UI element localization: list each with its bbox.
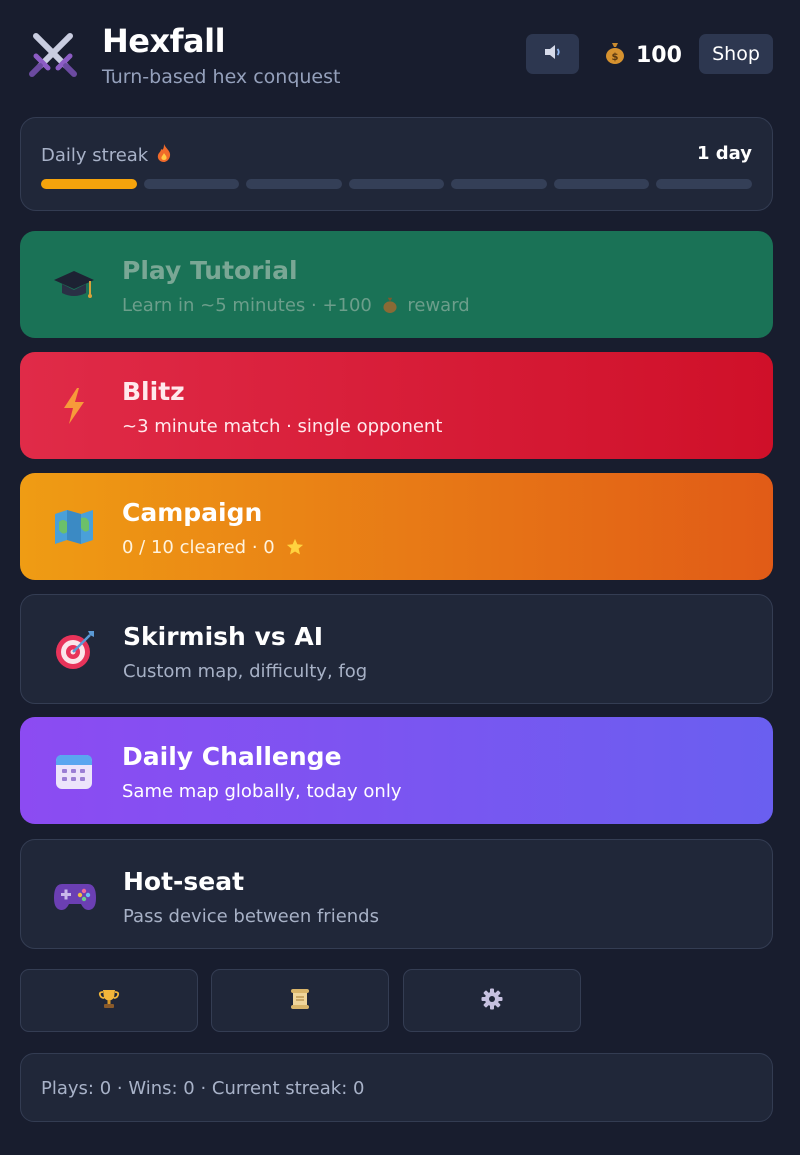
calendar-icon	[50, 747, 98, 795]
leaderboard-button[interactable]	[20, 969, 198, 1032]
streak-day-segment	[246, 179, 342, 189]
mode-title: Daily Challenge	[122, 742, 342, 771]
speaker-icon	[543, 43, 563, 65]
daily-challenge-card[interactable]: Daily Challenge Same map globally, today…	[20, 717, 773, 824]
coin-balance: $ 100	[604, 36, 682, 74]
mode-subtitle-text: Learn in ~5 minutes · +100	[122, 295, 372, 316]
shop-button[interactable]: Shop	[699, 34, 773, 74]
campaign-card[interactable]: Campaign 0 / 10 cleared · 0	[20, 473, 773, 580]
lightning-icon	[50, 382, 98, 430]
fire-icon	[156, 143, 172, 168]
svg-text:$: $	[612, 52, 619, 63]
sound-toggle-button[interactable]	[526, 34, 579, 74]
skirmish-vs-ai-card[interactable]: Skirmish vs AI Custom map, difficulty, f…	[20, 594, 773, 704]
blitz-card[interactable]: Blitz ~3 minute match · single opponent	[20, 352, 773, 459]
target-icon	[51, 626, 99, 674]
mode-subtitle: Pass device between friends	[123, 906, 379, 927]
stats-summary: Plays: 0 · Wins: 0 · Current streak: 0	[41, 1078, 365, 1099]
streak-value: 1 day	[696, 143, 752, 164]
money-bag-icon: $	[604, 41, 626, 69]
trophy-icon	[98, 988, 120, 1014]
mode-title: Blitz	[122, 377, 185, 406]
streak-day-segment	[41, 179, 137, 189]
hot-seat-card[interactable]: Hot-seat Pass device between friends	[20, 839, 773, 949]
mode-subtitle-text: 0 / 10 cleared · 0	[122, 537, 275, 558]
streak-day-segment	[656, 179, 753, 189]
settings-button[interactable]	[403, 969, 581, 1032]
mode-title: Play Tutorial	[122, 256, 298, 285]
streak-label-row: Daily streak	[41, 143, 172, 168]
history-button[interactable]	[211, 969, 389, 1032]
star-icon	[286, 538, 304, 561]
streak-day-segment	[451, 179, 547, 189]
mode-title: Hot-seat	[123, 867, 245, 896]
mode-subtitle: Same map globally, today only	[122, 781, 402, 802]
daily-streak-card: Daily streak 1 day	[20, 117, 773, 211]
mode-subtitle: 0 / 10 cleared · 0	[122, 537, 304, 561]
money-bag-icon	[382, 296, 398, 319]
graduation-cap-icon	[50, 261, 98, 309]
gear-icon	[481, 988, 503, 1014]
streak-label: Daily streak	[41, 145, 149, 166]
gamepad-icon	[51, 872, 99, 920]
play-tutorial-card[interactable]: Play Tutorial Learn in ~5 minutes · +100…	[20, 231, 773, 338]
mode-subtitle: Custom map, difficulty, fog	[123, 661, 368, 682]
app-title: Hexfall	[102, 22, 226, 60]
map-icon	[50, 503, 98, 551]
mode-subtitle: ~3 minute match · single opponent	[122, 416, 443, 437]
crossed-swords-icon	[26, 28, 80, 82]
mode-subtitle-suffix: reward	[407, 295, 470, 316]
header: Hexfall Turn-based hex conquest $ 100 Sh…	[20, 0, 773, 118]
app-root: Hexfall Turn-based hex conquest $ 100 Sh…	[20, 0, 773, 1122]
streak-day-segment	[553, 179, 650, 189]
mode-title: Campaign	[122, 498, 263, 527]
scroll-icon	[289, 987, 311, 1015]
streak-progress	[41, 179, 753, 189]
stats-card: Plays: 0 · Wins: 0 · Current streak: 0	[20, 1053, 773, 1122]
streak-day-segment	[143, 179, 240, 189]
coin-count: 100	[636, 42, 682, 68]
mode-title: Skirmish vs AI	[123, 622, 324, 651]
app-subtitle: Turn-based hex conquest	[102, 66, 341, 88]
streak-day-segment	[348, 179, 445, 189]
mode-subtitle: Learn in ~5 minutes · +100 reward	[122, 295, 470, 319]
